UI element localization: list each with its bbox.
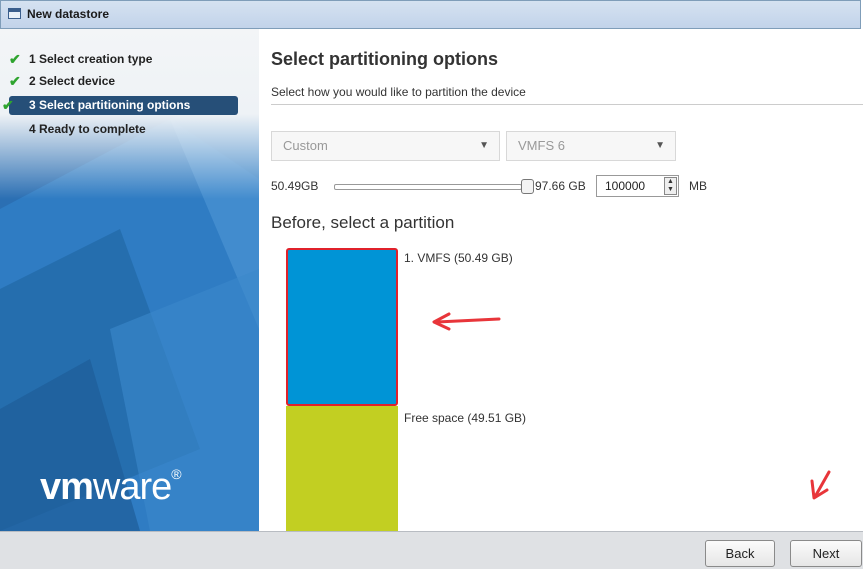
step-select-device[interactable]: ✔ 2 Select device	[9, 72, 115, 91]
annotation-arrow-icon	[432, 312, 501, 331]
check-icon: ✔	[2, 97, 14, 113]
check-icon: ✔	[9, 73, 21, 89]
page-subtitle: Select how you would like to partition t…	[271, 85, 526, 99]
partition-vmfs-label: 1. VMFS (50.49 GB)	[404, 251, 513, 265]
vmware-logo: vmware®	[40, 466, 182, 508]
wizard-footer: Back Next	[0, 531, 863, 569]
dropdown-arrow-icon: ▼	[479, 140, 489, 151]
partition-heading: Before, select a partition	[271, 213, 455, 232]
partition-size-row: 50.49GB 97.66 GB 100000 ▲ ▼ MB	[271, 175, 851, 197]
wizard-sidebar: ✔ 1 Select creation type ✔ 2 Select devi…	[0, 29, 259, 531]
step-label: 3 Select partitioning options	[29, 98, 191, 112]
datastore-icon	[8, 8, 21, 19]
annotation-arrow-icon	[810, 470, 831, 500]
size-slider-handle[interactable]	[521, 179, 534, 194]
step-label: 1 Select creation type	[29, 52, 153, 66]
check-icon: ✔	[9, 51, 21, 67]
partition-vmfs-block[interactable]	[286, 248, 398, 406]
partition-free-space-label: Free space (49.51 GB)	[404, 411, 527, 425]
size-spinner-input[interactable]: 100000 ▲ ▼	[596, 175, 679, 197]
dropdown-arrow-icon: ▼	[655, 140, 665, 151]
step-ready-to-complete[interactable]: 4 Ready to complete	[9, 120, 146, 139]
size-min-label: 50.49GB	[271, 179, 319, 193]
step-select-creation-type[interactable]: ✔ 1 Select creation type	[9, 50, 152, 69]
step-label: 4 Ready to complete	[29, 122, 146, 136]
spinner-buttons[interactable]: ▲ ▼	[664, 177, 677, 195]
partition-free-space-block[interactable]	[286, 406, 398, 531]
page-title: Select partitioning options	[271, 49, 499, 69]
window-title: New datastore	[27, 7, 110, 21]
wizard-content: Select partitioning options Select how y…	[259, 29, 863, 531]
size-slider-track[interactable]	[334, 184, 522, 190]
window-titlebar: New datastore	[0, 0, 861, 29]
back-button[interactable]: Back	[705, 540, 775, 567]
size-unit-label: MB	[689, 179, 707, 193]
partition-scheme-select[interactable]: Custom ▼	[271, 131, 500, 161]
filesystem-version-select[interactable]: VMFS 6 ▼	[506, 131, 676, 161]
divider	[271, 104, 863, 105]
size-max-label: 97.66 GB	[535, 179, 586, 193]
step-select-partitioning-options[interactable]: ✔ 3 Select partitioning options	[2, 96, 238, 115]
step-label: 2 Select device	[29, 74, 116, 88]
next-button[interactable]: Next	[790, 540, 862, 567]
